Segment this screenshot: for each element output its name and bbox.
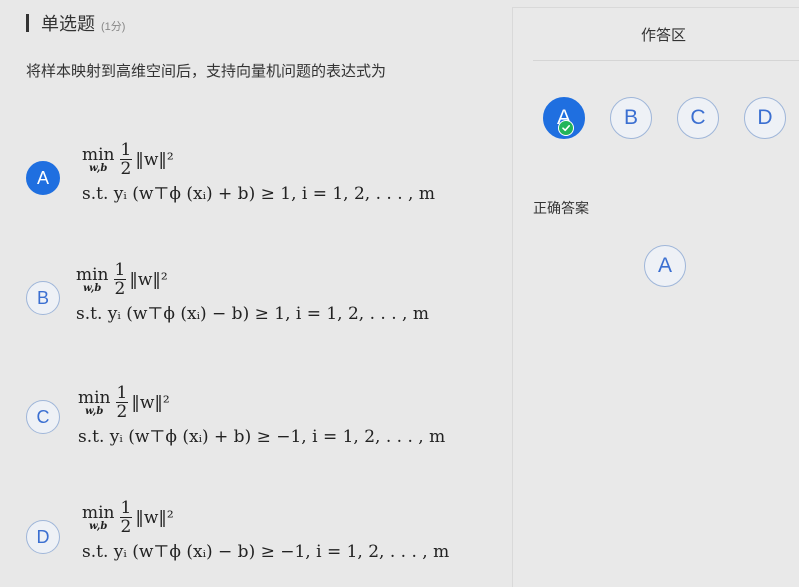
correct-answer-badge: A [644,245,686,287]
answer-button-c[interactable]: C [677,97,719,139]
question-score: (1分) [101,21,126,33]
option-d-constraint: s.t. yᵢ (w⊤ϕ (xᵢ) − b) ≥ −1, i = 1, 2, .… [82,542,450,562]
check-circle-icon [558,120,574,136]
question-header: 单选题 (1分) [26,10,125,36]
question-type: 单选题 [41,14,95,34]
panel-title: 作答区 [641,27,687,44]
answer-button-b[interactable]: B [610,97,652,139]
option-b-constraint: s.t. yᵢ (w⊤ϕ (xᵢ) − b) ≥ 1, i = 1, 2, . … [76,304,429,324]
answer-button-b-label: B [623,106,638,129]
option-d-formula: min w,b 12 ‖w‖² s.t. yᵢ (w⊤ϕ (xᵢ) − b) ≥ … [82,497,450,562]
option-a-circle[interactable]: A [26,161,60,195]
option-c-circle[interactable]: C [26,400,60,434]
option-d-circle[interactable]: D [26,520,60,554]
correct-answer-label: 正确答案 [533,200,589,216]
option-b-formula: min w,b 12 ‖w‖² s.t. yᵢ (w⊤ϕ (xᵢ) − b) ≥ … [76,259,429,324]
answer-button-d-label: D [757,106,773,129]
option-c-formula: min w,b 12 ‖w‖² s.t. yᵢ (w⊤ϕ (xᵢ) + b) ≥ … [78,382,446,447]
option-b-circle[interactable]: B [26,281,60,315]
panel-divider [533,60,799,61]
question-text: 将样本映射到高维空间后，支持向量机问题的表达式为 [26,63,387,80]
answer-button-d[interactable]: D [744,97,786,139]
option-a-formula: min w,b 12 ‖w‖² s.t. yᵢ (w⊤ϕ (xᵢ) + b) ≥ … [82,139,435,204]
answer-panel: 作答区 A B C D 正确答案 A [512,7,799,587]
option-a-constraint: s.t. yᵢ (w⊤ϕ (xᵢ) + b) ≥ 1, i = 1, 2, . … [82,184,435,204]
header-bar [26,14,29,32]
answer-button-c-label: C [690,106,706,129]
answer-button-a[interactable]: A [543,97,585,139]
option-c-constraint: s.t. yᵢ (w⊤ϕ (xᵢ) + b) ≥ −1, i = 1, 2, .… [78,427,446,447]
question-area: 单选题 (1分) 将样本映射到高维空间后，支持向量机问题的表达式为 A min w… [0,0,510,587]
